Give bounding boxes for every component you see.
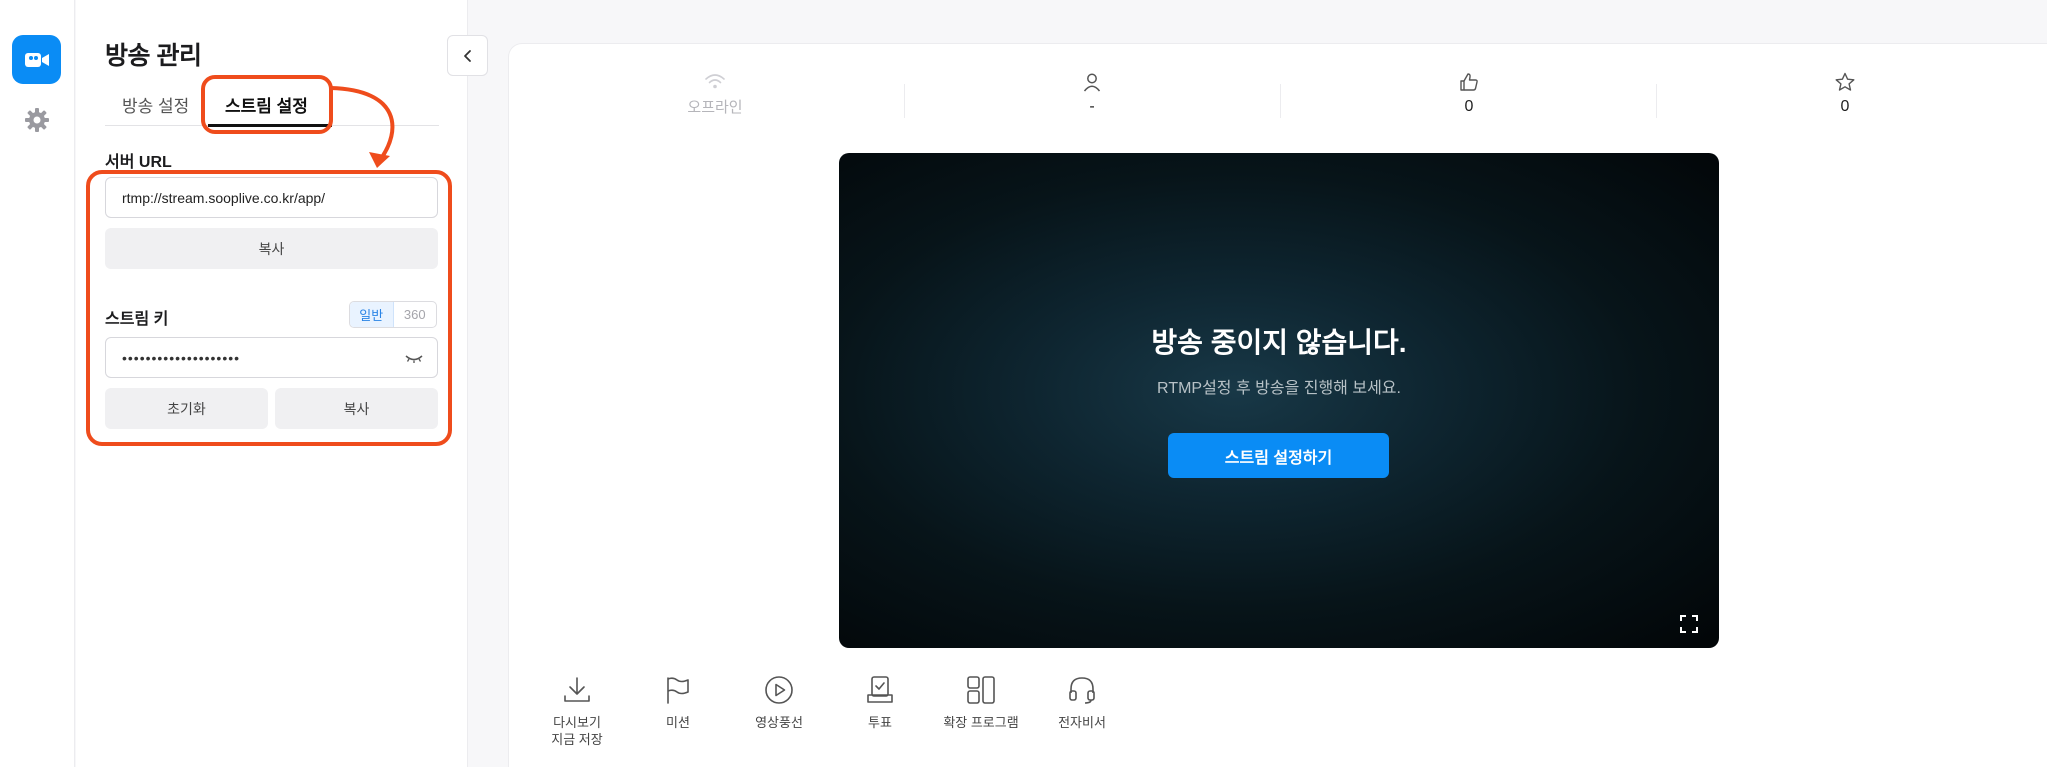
page-title: 방송 관리 — [105, 42, 202, 70]
tab-stream-settings[interactable]: 스트림 설정 — [225, 92, 308, 117]
headset-icon — [1069, 677, 1095, 704]
fullscreen-icon[interactable] — [1679, 614, 1699, 634]
mode-360[interactable]: 360 — [394, 302, 437, 327]
connection-status: 오프라인 — [687, 99, 743, 116]
tool-vote[interactable]: 투표 — [832, 674, 928, 731]
rail-item-broadcast[interactable] — [12, 35, 61, 84]
tool-mission[interactable]: 미션 — [630, 674, 726, 731]
divider — [1280, 84, 1281, 118]
star-icon — [1835, 72, 1855, 91]
divider — [1656, 84, 1657, 118]
tool-label-line2: 지금 저장 — [551, 732, 603, 747]
video-player: 방송 중이지 않습니다. RTMP설정 후 방송을 진행해 보세요. 스트림 설… — [839, 153, 1719, 648]
vote-icon — [867, 676, 893, 703]
tool-video-balloon[interactable]: 영상풍선 — [731, 674, 827, 731]
tool-save-replay[interactable]: 다시보기 지금 저장 — [529, 674, 625, 748]
icon-rail — [0, 0, 75, 767]
divider — [904, 84, 905, 118]
stream-key-field[interactable]: •••••••••••••••••••• — [105, 337, 438, 378]
stream-key-mode-toggle: 일반 360 — [349, 301, 437, 328]
stream-settings-button[interactable]: 스트림 설정하기 — [1168, 433, 1389, 478]
mode-normal[interactable]: 일반 — [350, 302, 394, 327]
server-url-field[interactable]: rtmp://stream.sooplive.co.kr/app/ — [105, 177, 438, 218]
stat-likes: 0 — [1389, 72, 1549, 116]
tool-label: 투표 — [868, 715, 892, 730]
stat-connection: 오프라인 — [635, 72, 795, 117]
stream-key-masked-value: •••••••••••••••••••• — [122, 349, 241, 366]
active-tab-indicator — [208, 124, 332, 127]
favorite-count: 0 — [1840, 98, 1850, 115]
eye-closed-icon[interactable] — [405, 351, 423, 365]
like-count: 0 — [1464, 98, 1474, 115]
collapse-panel-button[interactable] — [447, 35, 488, 76]
offline-title: 방송 중이지 않습니다. — [1151, 327, 1407, 358]
server-url-label: 서버 URL — [105, 154, 172, 171]
flag-icon — [667, 677, 689, 704]
server-url-value: rtmp://stream.sooplive.co.kr/app/ — [122, 189, 326, 206]
copy-stream-key-button[interactable]: 복사 — [275, 388, 438, 429]
tab-broadcast-settings[interactable]: 방송 설정 — [122, 92, 189, 117]
gear-icon — [24, 107, 49, 132]
main-content: 오프라인 - 0 0 방송 중이지 않습니다. RTMP설정 후 방송을 진행해… — [508, 43, 2047, 767]
stat-viewers: - — [1012, 72, 1172, 116]
person-icon — [1083, 73, 1101, 92]
viewer-count: - — [1089, 98, 1095, 115]
panel-tabs: 방송 설정 스트림 설정 — [105, 86, 439, 127]
copy-server-url-button[interactable]: 복사 — [105, 228, 438, 269]
offline-subtitle: RTMP설정 후 방송을 진행해 보세요. — [1157, 380, 1401, 397]
tool-label: 영상풍선 — [755, 715, 803, 730]
extension-icon — [967, 676, 995, 704]
play-circle-icon — [765, 676, 793, 704]
tool-label: 확장 프로그램 — [943, 715, 1019, 730]
rail-item-settings[interactable] — [12, 95, 61, 144]
video-camera-icon — [24, 52, 49, 67]
wifi-icon — [705, 74, 725, 89]
tool-label: 다시보기 — [553, 715, 601, 730]
stream-key-label: 스트림 키 — [105, 311, 169, 328]
thumbs-up-icon — [1460, 73, 1478, 91]
tool-label: 전자비서 — [1058, 715, 1106, 730]
tool-extensions[interactable]: 확장 프로그램 — [933, 674, 1029, 731]
download-icon — [564, 677, 590, 702]
reset-stream-key-button[interactable]: 초기화 — [105, 388, 268, 429]
tool-assistant[interactable]: 전자비서 — [1034, 674, 1130, 731]
stat-favorites: 0 — [1765, 72, 1925, 116]
chevron-left-icon — [463, 49, 471, 62]
tool-label: 미션 — [666, 715, 690, 730]
broadcast-manage-panel: 방송 관리 방송 설정 스트림 설정 서버 URL rtmp://stream.… — [76, 0, 468, 767]
